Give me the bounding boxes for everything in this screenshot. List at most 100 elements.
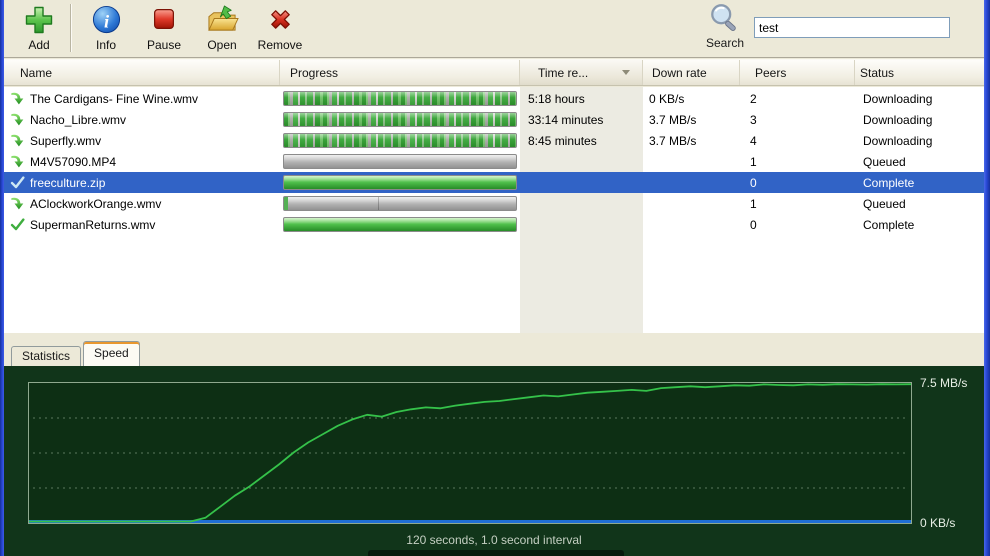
download-arrow-icon (10, 133, 25, 148)
status-cell: Downloading (855, 92, 984, 106)
app-window: Add i Info Pause Open Remove Search Name (0, 0, 990, 556)
peers-cell: 0 (740, 218, 855, 232)
progress-bar (283, 196, 517, 211)
check-icon (10, 175, 25, 190)
progress-bar (283, 175, 517, 190)
peers-cell: 3 (740, 113, 855, 127)
toolbar-button-label: Open (193, 38, 251, 52)
download-arrow-icon (10, 196, 25, 211)
toolbar-button-label: Remove (251, 38, 309, 52)
tab-speed[interactable]: Speed (83, 341, 140, 366)
time-remaining-cell: 33:14 minutes (520, 113, 643, 127)
toolbar-add-button[interactable]: Add (10, 2, 68, 52)
column-header-name[interactable]: Name (4, 60, 280, 85)
column-header-status[interactable]: Status (855, 60, 984, 85)
chart-caption: 120 seconds, 1.0 second interval (4, 533, 984, 547)
file-name: SupermanReturns.wmv (30, 218, 155, 232)
file-name-cell: Nacho_Libre.wmv (4, 112, 280, 127)
progress-cell (280, 154, 520, 169)
status-cell: Complete (855, 218, 984, 232)
file-name: Superfly.wmv (30, 134, 101, 148)
y-axis-max-label: 7.5 MB/s (920, 376, 967, 390)
file-name-cell: The Cardigans- Fine Wine.wmv (4, 91, 280, 106)
search-button[interactable]: Search (700, 2, 750, 50)
speed-chart-plot (28, 382, 912, 524)
tab-statistics[interactable]: Statistics (11, 346, 81, 366)
file-name: M4V57090.MP4 (30, 155, 116, 169)
file-name: freeculture.zip (30, 176, 105, 190)
speed-chart-panel: 7.5 MB/s 0 KB/s 120 seconds, 1.0 second … (4, 366, 984, 556)
toolbar-remove-button[interactable]: Remove (251, 2, 309, 52)
peers-cell: 2 (740, 92, 855, 106)
file-name-cell: M4V57090.MP4 (4, 154, 280, 169)
pause-icon (135, 2, 193, 38)
peers-cell: 1 (740, 155, 855, 169)
column-header-label: Down rate (652, 66, 707, 80)
progress-bar (283, 154, 517, 169)
table-row[interactable]: freeculture.zip 0 Complete (4, 172, 984, 193)
toolbar-button-label: Pause (135, 38, 193, 52)
progress-bar (283, 217, 517, 232)
progress-cell (280, 112, 520, 127)
time-remaining-cell: 8:45 minutes (520, 134, 643, 148)
column-header-label: Name (20, 66, 52, 80)
bottom-partial-element (368, 550, 624, 556)
toolbar-button-label: Add (10, 38, 68, 52)
down-rate-cell: 3.7 MB/s (643, 113, 740, 127)
table-row[interactable]: The Cardigans- Fine Wine.wmv 5:18 hours … (4, 88, 984, 109)
file-name-cell: SupermanReturns.wmv (4, 217, 280, 232)
info-icon: i (77, 2, 135, 38)
download-arrow-icon (10, 112, 25, 127)
window-border-right (984, 0, 990, 556)
column-header-peers[interactable]: Peers (740, 60, 855, 85)
table-row[interactable]: Nacho_Libre.wmv 33:14 minutes 3.7 MB/s 3… (4, 109, 984, 130)
open-icon (193, 2, 251, 38)
file-name-cell: Superfly.wmv (4, 133, 280, 148)
column-header-time[interactable]: Time re... (520, 60, 643, 85)
y-axis-min-label: 0 KB/s (920, 516, 955, 530)
table-header: Name Progress Time re... Down rate Peers… (4, 59, 984, 86)
table-row[interactable]: AClockworkOrange.wmv 1 Queued (4, 193, 984, 214)
file-name: AClockworkOrange.wmv (30, 197, 161, 211)
progress-bar (283, 112, 517, 127)
tab-bar: StatisticsSpeed (4, 339, 984, 366)
transfer-list: The Cardigans- Fine Wine.wmv 5:18 hours … (4, 87, 984, 333)
table-row[interactable]: SupermanReturns.wmv 0 Complete (4, 214, 984, 235)
transfer-rows: The Cardigans- Fine Wine.wmv 5:18 hours … (4, 87, 984, 235)
peers-cell: 0 (740, 176, 855, 190)
time-remaining-cell: 5:18 hours (520, 92, 643, 106)
column-header-label: Time re... (538, 66, 588, 80)
progress-cell (280, 175, 520, 190)
check-icon (10, 217, 25, 232)
column-header-progress[interactable]: Progress (280, 60, 520, 85)
down-rate-cell: 0 KB/s (643, 92, 740, 106)
sort-descending-icon (622, 70, 630, 75)
status-cell: Queued (855, 155, 984, 169)
status-cell: Downloading (855, 113, 984, 127)
toolbar-buttons: Add i Info Pause Open Remove (10, 2, 309, 52)
progress-cell (280, 217, 520, 232)
table-row[interactable]: Superfly.wmv 8:45 minutes 3.7 MB/s 4 Dow… (4, 130, 984, 151)
search-group: Search (700, 2, 950, 50)
status-cell: Complete (855, 176, 984, 190)
table-row[interactable]: M4V57090.MP4 1 Queued (4, 151, 984, 172)
toolbar-button-label: Info (77, 38, 135, 52)
progress-bar (283, 91, 517, 106)
file-name-cell: freeculture.zip (4, 175, 280, 190)
search-input[interactable] (754, 17, 950, 38)
toolbar-pause-button[interactable]: Pause (135, 2, 193, 52)
file-name: Nacho_Libre.wmv (30, 113, 126, 127)
column-header-rate[interactable]: Down rate (643, 60, 740, 85)
file-name-cell: AClockworkOrange.wmv (4, 196, 280, 211)
status-cell: Queued (855, 197, 984, 211)
toolbar-open-button[interactable]: Open (193, 2, 251, 52)
peers-cell: 4 (740, 134, 855, 148)
svg-text:i: i (103, 11, 109, 31)
add-icon (10, 2, 68, 38)
remove-icon (251, 2, 309, 38)
search-label: Search (700, 36, 750, 50)
progress-cell (280, 91, 520, 106)
toolbar-info-button[interactable]: i Info (77, 2, 135, 52)
speed-chart-svg (29, 383, 911, 523)
toolbar-separator (70, 4, 72, 52)
